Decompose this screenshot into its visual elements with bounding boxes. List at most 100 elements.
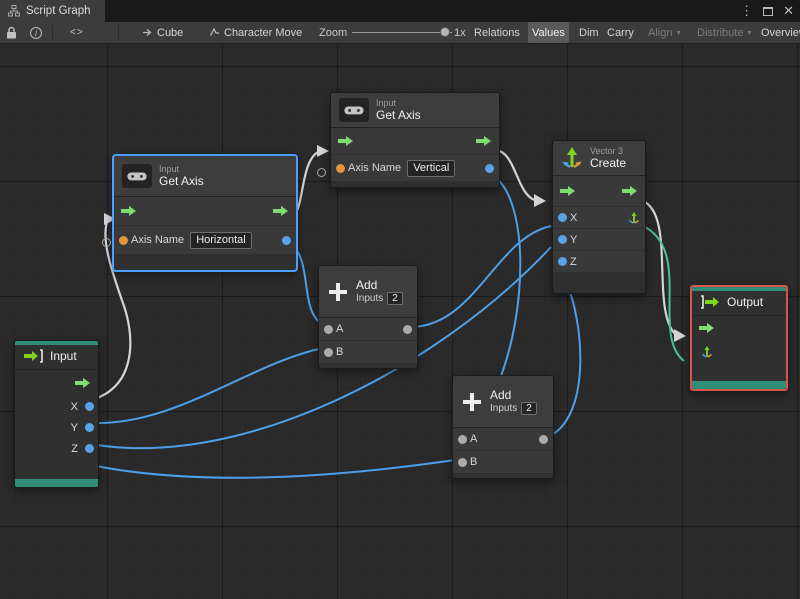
carry-toggle[interactable]: Carry xyxy=(603,22,638,43)
maximize-icon[interactable] xyxy=(763,6,774,16)
node-title: Add xyxy=(490,388,512,402)
breadcrumb-object-label: Cube xyxy=(157,26,184,39)
node-graph-output[interactable]: Output xyxy=(690,285,788,391)
zoom-value: 1x xyxy=(454,26,466,39)
flow-in-port[interactable] xyxy=(121,205,137,217)
node-header: Vector 3 Create xyxy=(553,141,645,176)
chevron-down-icon: ▾ xyxy=(676,28,681,37)
flow-in-port[interactable] xyxy=(560,185,576,197)
inputs-count-field[interactable]: 2 xyxy=(387,292,403,305)
graph-canvas[interactable]: Input Get Axis Axis Name Vertical Input … xyxy=(0,44,800,599)
graph-toolbar: i <> Cube Character Move Zoom 1x Relatio… xyxy=(0,22,800,44)
port-row-a: A xyxy=(453,428,553,450)
axis-name-field[interactable]: Vertical xyxy=(407,159,456,177)
sum-output-port[interactable] xyxy=(403,324,412,334)
port-row-b: B xyxy=(319,341,417,363)
gamepad-icon xyxy=(339,98,369,122)
flow-out-port[interactable] xyxy=(75,377,91,389)
align-dropdown[interactable]: Align ▾ xyxy=(644,22,684,43)
overview-button[interactable]: Overview xyxy=(757,22,800,43)
graph-hierarchy-icon xyxy=(8,5,20,17)
chevron-down-icon: ▾ xyxy=(747,28,752,37)
flow-out-port[interactable] xyxy=(622,185,638,197)
plus-icon xyxy=(329,282,347,301)
close-icon[interactable]: ✕ xyxy=(783,0,794,22)
y-input-port[interactable] xyxy=(558,235,567,244)
output-arrow-icon xyxy=(701,295,719,309)
flow-in-port[interactable] xyxy=(338,135,354,147)
port-row-z: Z xyxy=(553,251,645,272)
node-graph-input[interactable]: Input X Y Z xyxy=(14,340,99,488)
flow-port-row xyxy=(15,370,98,396)
flow-in-port[interactable] xyxy=(699,322,715,334)
input-a-port[interactable] xyxy=(458,434,467,444)
flow-out-port[interactable] xyxy=(273,205,289,217)
sum-output-port[interactable] xyxy=(539,434,548,444)
node-title: Add xyxy=(356,278,378,292)
lock-button[interactable] xyxy=(2,22,21,43)
code-preview-button[interactable]: <> xyxy=(66,22,88,43)
node-header: Add Inputs 2 xyxy=(319,266,417,318)
node-vector3-create[interactable]: Vector 3 Create X Y Z xyxy=(552,140,646,294)
unconnected-port-ring[interactable] xyxy=(317,168,326,177)
string-port[interactable] xyxy=(119,235,128,245)
zoom-slider[interactable] xyxy=(348,22,456,43)
input-a-port[interactable] xyxy=(324,324,333,334)
unconnected-port-ring[interactable] xyxy=(102,238,111,247)
node-category: Vector 3 xyxy=(590,146,624,156)
input-b-port[interactable] xyxy=(324,347,333,357)
z-output-port[interactable] xyxy=(85,444,94,453)
port-a-label: A xyxy=(336,323,344,335)
input-b-port[interactable] xyxy=(458,457,467,467)
window-controls: ⋮ ✕ xyxy=(740,0,794,22)
port-x-label: X xyxy=(570,211,578,224)
node-get-axis-horizontal[interactable]: Input Get Axis Axis Name Horizontal xyxy=(113,155,297,271)
node-get-axis-vertical[interactable]: Input Get Axis Axis Name Vertical xyxy=(330,92,500,188)
result-port[interactable] xyxy=(282,235,291,245)
port-row-x: X xyxy=(15,396,98,417)
node-header: Input Get Axis xyxy=(331,93,499,128)
string-port[interactable] xyxy=(336,163,345,173)
breadcrumb-graph[interactable]: Character Move xyxy=(205,22,306,43)
y-output-port[interactable] xyxy=(85,423,94,432)
plus-icon xyxy=(463,392,481,411)
distribute-dropdown[interactable]: Distribute ▾ xyxy=(693,22,755,43)
flow-out-port[interactable] xyxy=(476,135,492,147)
script-graph-window: Script Graph ⋮ ✕ i <> Cube Character Mov… xyxy=(0,0,800,599)
wire-flow-getaxis-v-to-vector3[interactable] xyxy=(494,148,539,203)
port-row-y: Y xyxy=(553,229,645,250)
port-y-label: Y xyxy=(570,233,578,246)
wire-input-x-to-add1-b[interactable] xyxy=(90,347,324,425)
values-toggle[interactable]: Values xyxy=(528,22,569,43)
info-button[interactable]: i xyxy=(26,22,46,43)
port-row-b: B xyxy=(453,451,553,473)
x-output-port[interactable] xyxy=(85,402,94,411)
zoom-slider-track[interactable] xyxy=(352,27,452,37)
vector3-input-port[interactable] xyxy=(700,345,714,359)
wire-add1-to-vector3-x[interactable] xyxy=(412,225,552,328)
node-add-2[interactable]: Add Inputs 2 A B xyxy=(452,375,554,479)
zoom-slider-handle[interactable] xyxy=(440,27,450,37)
x-input-port[interactable] xyxy=(558,213,567,222)
wire-input-z-to-add2-b[interactable] xyxy=(90,459,456,479)
tab-label: Script Graph xyxy=(26,5,91,17)
breadcrumb-object[interactable]: Cube xyxy=(138,22,187,43)
port-x-label: X xyxy=(70,400,78,413)
tab-script-graph[interactable]: Script Graph xyxy=(0,0,105,22)
node-add-1[interactable]: Add Inputs 2 A B xyxy=(318,265,418,369)
relations-toggle[interactable]: Relations xyxy=(470,22,524,43)
toolbar-separator xyxy=(118,25,119,40)
vector3-output-port[interactable] xyxy=(627,211,641,225)
title-bar: Script Graph ⋮ ✕ xyxy=(0,0,800,22)
input-arrow-icon xyxy=(24,349,43,363)
wire-flow-vector3-to-output[interactable] xyxy=(642,199,677,336)
axis-name-row: Axis Name Vertical xyxy=(331,155,499,181)
z-input-port[interactable] xyxy=(558,257,567,266)
inputs-count-field[interactable]: 2 xyxy=(521,402,537,415)
result-port[interactable] xyxy=(485,163,494,173)
axis-name-field[interactable]: Horizontal xyxy=(190,231,252,249)
inputs-label: Inputs xyxy=(356,293,384,304)
dim-toggle[interactable]: Dim xyxy=(575,22,603,43)
port-b-label: B xyxy=(470,456,478,468)
kebab-menu-icon[interactable]: ⋮ xyxy=(740,0,753,22)
